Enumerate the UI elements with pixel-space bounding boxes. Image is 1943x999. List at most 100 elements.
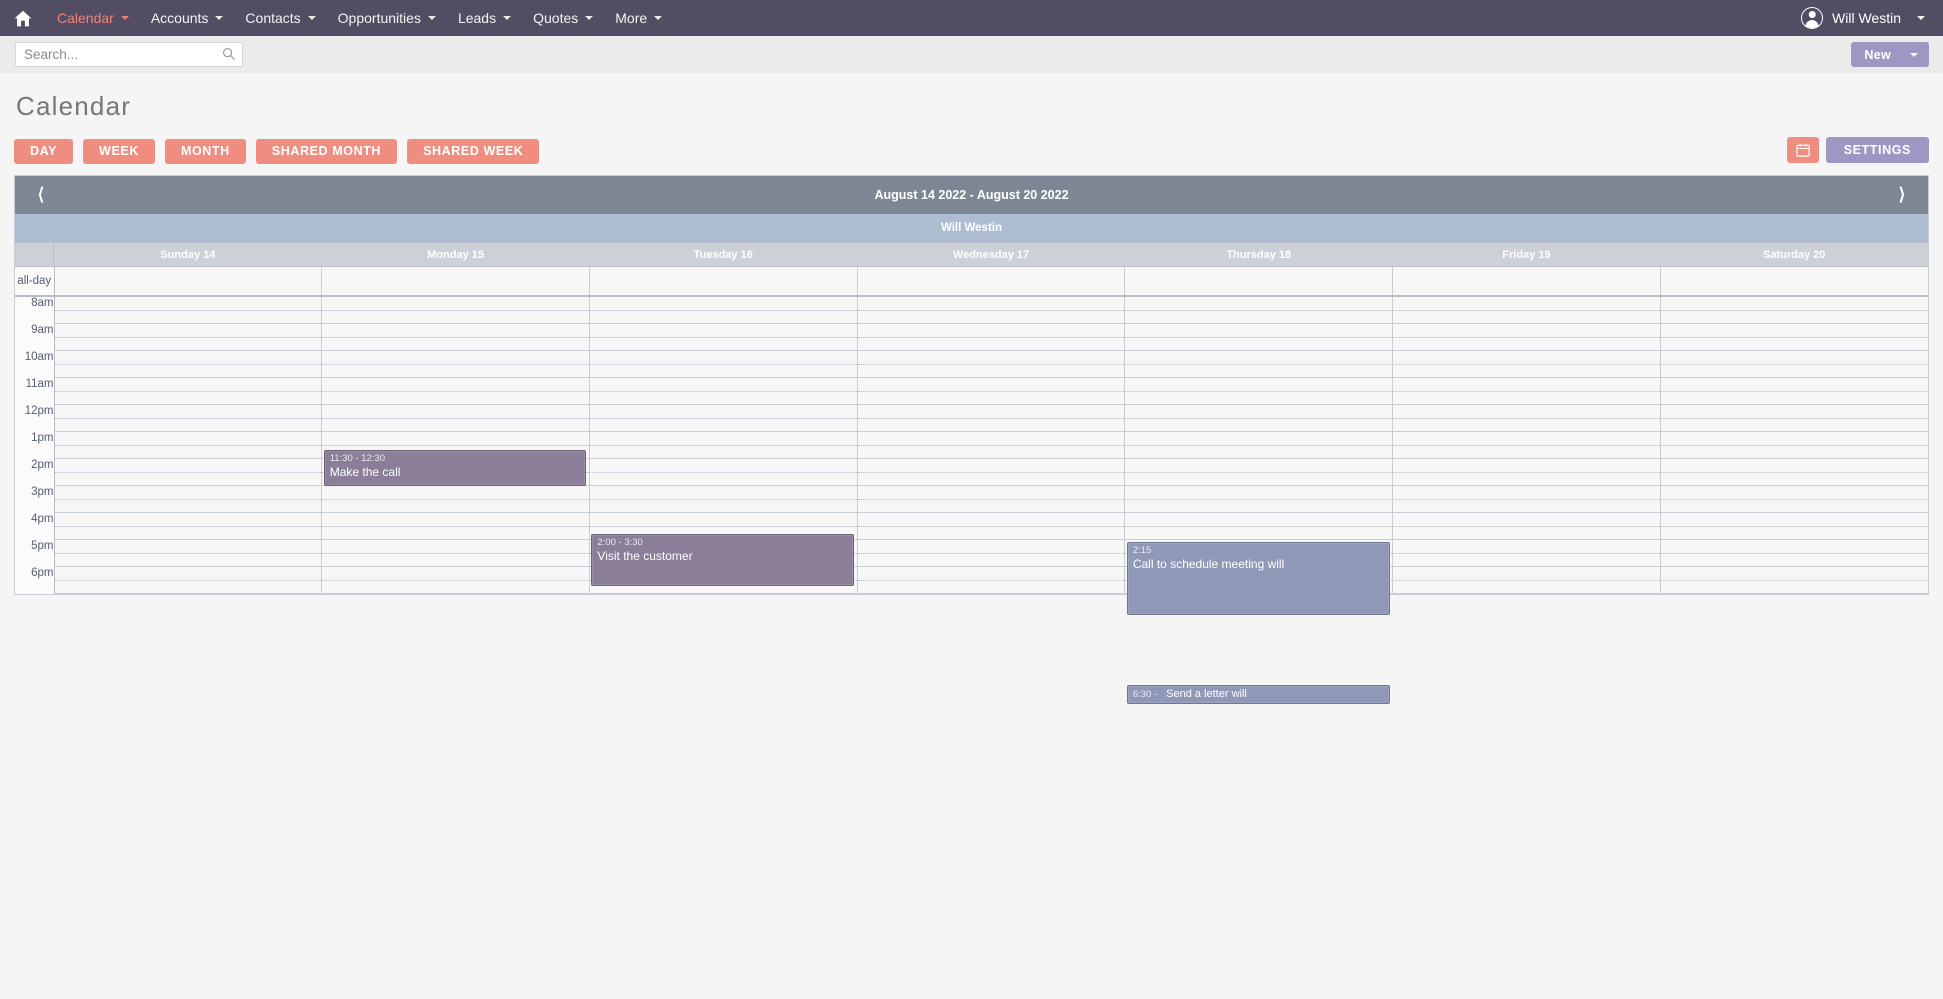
calendar-icon-button[interactable] (1786, 137, 1819, 163)
time-slot[interactable] (53, 472, 322, 486)
time-slot[interactable] (1659, 512, 1928, 527)
time-slot[interactable] (1392, 377, 1661, 392)
time-slot[interactable] (856, 350, 1125, 365)
time-slot[interactable] (1124, 512, 1393, 527)
time-slot[interactable] (588, 323, 858, 338)
time-slot[interactable] (856, 512, 1125, 527)
time-slot[interactable] (856, 472, 1125, 486)
time-slot[interactable] (1124, 458, 1393, 473)
time-slot[interactable] (1392, 499, 1661, 513)
time-slot[interactable] (1124, 377, 1393, 392)
time-slot[interactable] (856, 377, 1125, 392)
nav-item-quotes[interactable]: Quotes (522, 0, 604, 36)
time-slot[interactable] (321, 391, 590, 405)
time-slot[interactable] (1659, 580, 1928, 594)
nav-item-calendar[interactable]: Calendar (46, 0, 140, 36)
chevron-right-icon[interactable]: ⟩ (1882, 176, 1922, 214)
home-icon[interactable] (0, 0, 46, 36)
time-slot[interactable] (856, 580, 1125, 594)
time-slot[interactable] (53, 404, 322, 419)
time-slot[interactable] (53, 499, 322, 513)
time-slot[interactable] (53, 485, 322, 500)
time-slot[interactable] (1392, 431, 1661, 446)
time-slot[interactable] (856, 404, 1125, 419)
time-slot[interactable] (53, 350, 322, 365)
time-slot[interactable] (1392, 350, 1661, 365)
time-slot[interactable] (1392, 566, 1661, 581)
time-slot[interactable] (53, 418, 322, 432)
all-day-cell[interactable] (1124, 267, 1393, 297)
time-slot[interactable] (321, 526, 590, 540)
all-day-cell[interactable] (1659, 267, 1928, 297)
time-slot[interactable] (856, 485, 1125, 500)
time-slot[interactable] (1124, 431, 1393, 446)
time-slot[interactable] (856, 431, 1125, 446)
view-button-shared-month[interactable]: SHARED MONTH (255, 138, 398, 164)
time-slot[interactable] (1124, 418, 1393, 432)
time-slot[interactable] (321, 404, 590, 419)
time-slot[interactable] (856, 553, 1125, 567)
time-slot[interactable] (1659, 526, 1928, 540)
time-slot[interactable] (1659, 323, 1928, 338)
time-slot[interactable] (321, 377, 590, 392)
time-slot[interactable] (1659, 485, 1928, 500)
time-slot[interactable] (53, 580, 322, 594)
time-slot[interactable] (856, 458, 1125, 473)
all-day-cell[interactable] (53, 267, 322, 297)
time-slot[interactable] (588, 418, 858, 432)
time-slot[interactable] (53, 377, 322, 392)
time-slot[interactable] (1659, 391, 1928, 405)
time-slot[interactable] (53, 391, 322, 405)
calendar-event[interactable]: 2:00 - 3:30 Visit the customer (591, 534, 855, 586)
time-slot[interactable] (856, 445, 1125, 459)
time-slot[interactable] (321, 364, 590, 378)
time-slot[interactable] (588, 431, 858, 446)
time-slot[interactable] (588, 499, 858, 513)
all-day-cell[interactable] (1392, 267, 1661, 297)
nav-item-more[interactable]: More (604, 0, 673, 36)
time-slot[interactable] (1659, 499, 1928, 513)
time-slot[interactable] (1392, 404, 1661, 419)
time-slot[interactable] (1124, 526, 1393, 540)
time-slot[interactable] (321, 553, 590, 567)
time-slot[interactable] (588, 458, 858, 473)
time-slot[interactable] (1392, 418, 1661, 432)
time-slot[interactable] (856, 296, 1125, 311)
time-slot[interactable] (53, 539, 322, 554)
time-slot[interactable] (1124, 323, 1393, 338)
time-slot[interactable] (588, 391, 858, 405)
nav-item-leads[interactable]: Leads (447, 0, 522, 36)
time-slot[interactable] (588, 337, 858, 351)
time-slot[interactable] (588, 445, 858, 459)
time-slot[interactable] (53, 526, 322, 540)
time-slot[interactable] (53, 566, 322, 581)
search-input[interactable] (15, 42, 243, 67)
time-slot[interactable] (856, 526, 1125, 540)
all-day-cell[interactable] (321, 267, 590, 297)
time-slot[interactable] (588, 512, 858, 527)
nav-item-contacts[interactable]: Contacts (234, 0, 326, 36)
time-slot[interactable] (1659, 377, 1928, 392)
time-slot[interactable] (1392, 580, 1661, 594)
time-slot[interactable] (53, 323, 322, 338)
time-slot[interactable] (1392, 445, 1661, 459)
time-slot[interactable] (1392, 310, 1661, 324)
time-slot[interactable] (856, 391, 1125, 405)
calendar-event[interactable]: 6:30 - Send a letter will (1126, 685, 1390, 704)
time-slot[interactable] (856, 337, 1125, 351)
time-slot[interactable] (53, 337, 322, 351)
time-slot[interactable] (856, 566, 1125, 581)
time-slot[interactable] (1392, 539, 1661, 554)
time-slot[interactable] (321, 580, 590, 594)
time-slot[interactable] (321, 512, 590, 527)
time-slot[interactable] (588, 364, 858, 378)
time-slot[interactable] (1659, 404, 1928, 419)
time-slot[interactable] (1124, 350, 1393, 365)
user-menu[interactable]: Will Westin (1801, 0, 1925, 36)
time-slot[interactable] (321, 310, 590, 324)
time-slot[interactable] (1659, 337, 1928, 351)
time-slot[interactable] (588, 377, 858, 392)
time-slot[interactable] (1659, 418, 1928, 432)
time-slot[interactable] (1659, 364, 1928, 378)
time-slot[interactable] (53, 296, 322, 311)
